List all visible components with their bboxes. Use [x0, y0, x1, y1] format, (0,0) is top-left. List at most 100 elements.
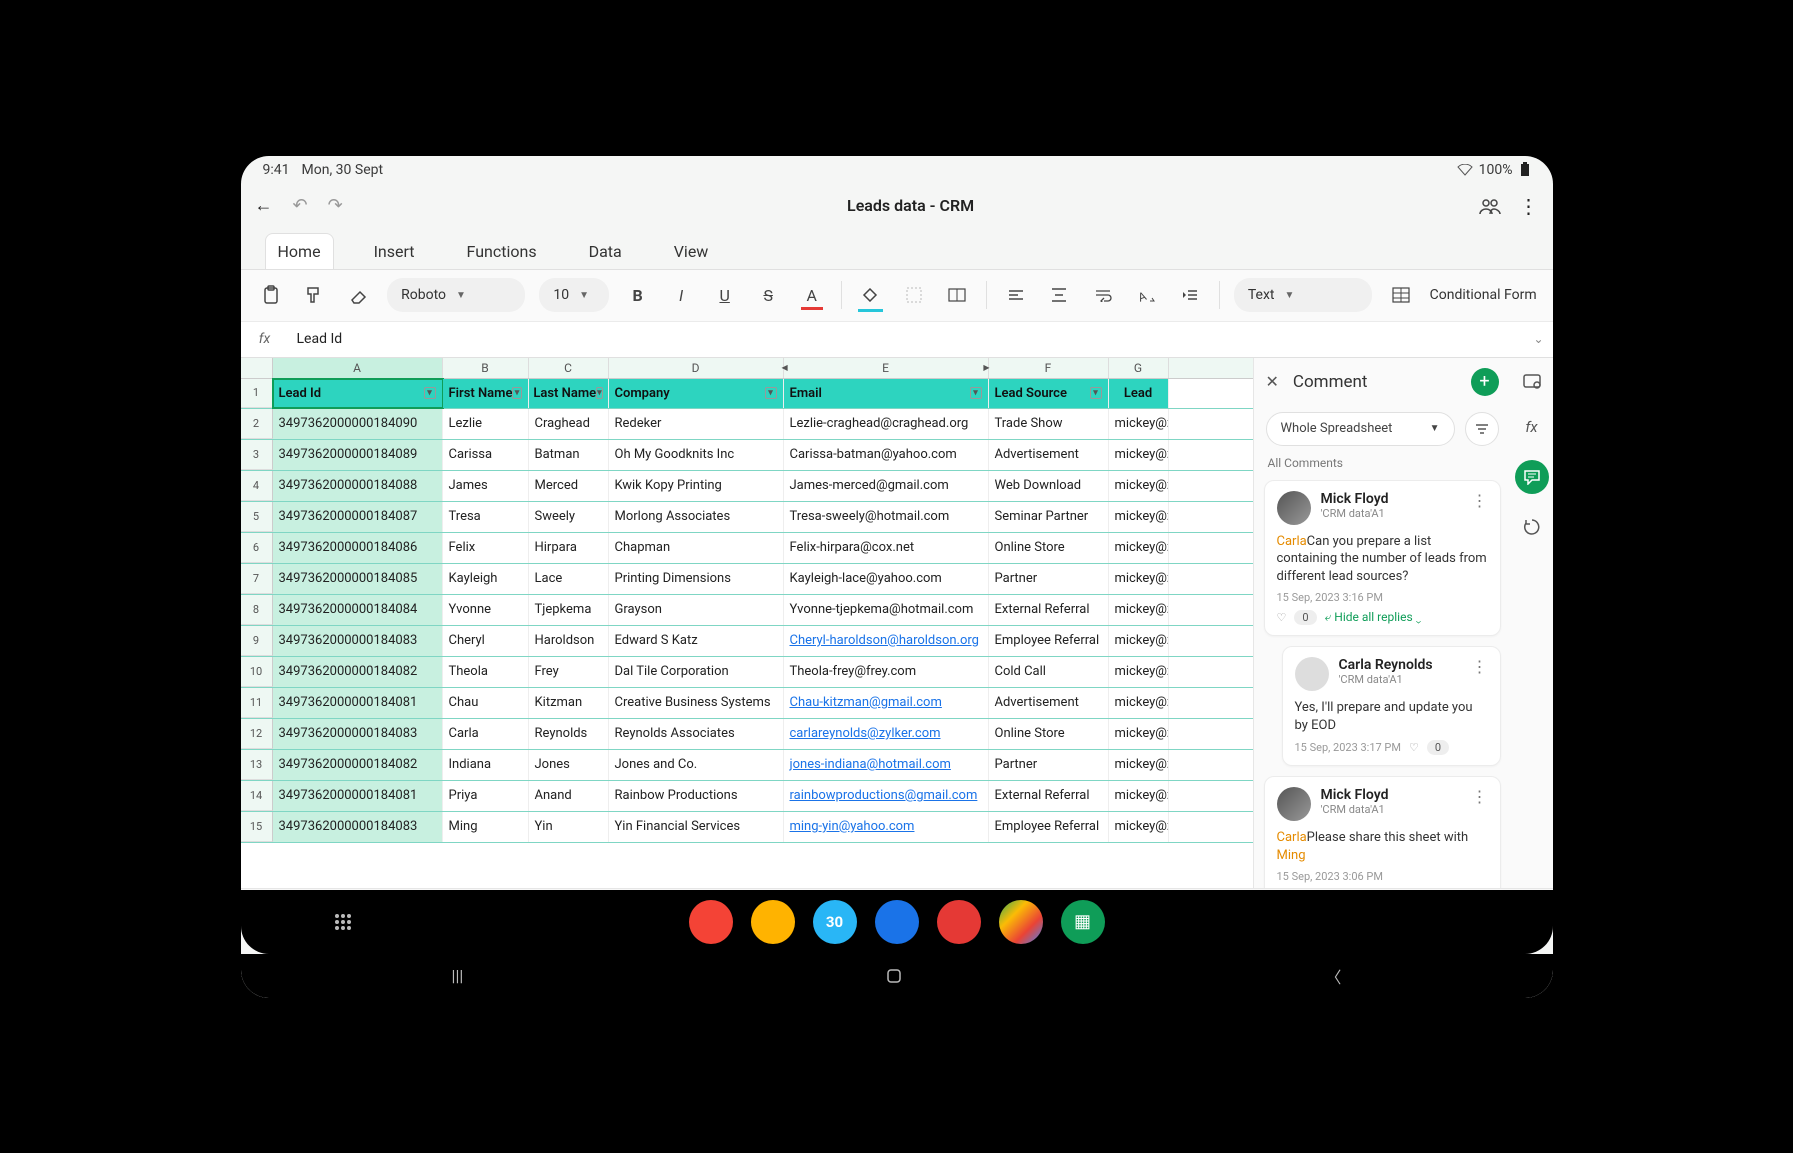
cell-lead-id[interactable]: 3497362000000184082: [273, 657, 443, 687]
tab-home[interactable]: Home: [265, 233, 334, 269]
cell-lead-id[interactable]: 3497362000000184082: [273, 750, 443, 780]
more-menu-icon[interactable]: ⋮: [1519, 194, 1539, 218]
cell-lead-owner[interactable]: mickey@z: [1109, 750, 1169, 780]
header-cell-first-name[interactable]: First Name▾: [443, 379, 529, 408]
comment-menu-icon[interactable]: ⋮: [1472, 787, 1488, 806]
recents-button[interactable]: |||: [452, 966, 464, 985]
dock-app-calendar[interactable]: [813, 900, 857, 944]
comment-menu-icon[interactable]: ⋮: [1472, 657, 1488, 676]
cell-company[interactable]: Creative Business Systems: [609, 688, 784, 718]
col-header-g[interactable]: G: [1109, 358, 1169, 378]
row-header[interactable]: 13: [241, 750, 273, 780]
font-size-dropdown[interactable]: 10▼: [539, 278, 608, 312]
col-header-c[interactable]: C: [529, 358, 609, 378]
cell-company[interactable]: Yin Financial Services: [609, 812, 784, 842]
back-button[interactable]: 〈: [1325, 964, 1341, 988]
cell-email[interactable]: Tresa-sweely@hotmail.com: [784, 502, 989, 532]
row-header[interactable]: 7: [241, 564, 273, 594]
cell-lead-owner[interactable]: mickey@z: [1109, 409, 1169, 439]
cell-email[interactable]: Yvonne-tjepkema@hotmail.com: [784, 595, 989, 625]
col-header-d[interactable]: D: [609, 358, 784, 378]
cell-lead-source[interactable]: Advertisement: [989, 688, 1109, 718]
cell-first-name[interactable]: Felix: [443, 533, 529, 563]
cell-last-name[interactable]: Anand: [529, 781, 609, 811]
cell-last-name[interactable]: Reynolds: [529, 719, 609, 749]
formula-input[interactable]: Lead Id: [289, 331, 1525, 347]
close-icon[interactable]: ✕: [1266, 372, 1279, 391]
cell-company[interactable]: Chapman: [609, 533, 784, 563]
strikethrough-button[interactable]: S: [753, 280, 783, 310]
cell-first-name[interactable]: Carla: [443, 719, 529, 749]
row-header[interactable]: 2: [241, 409, 273, 439]
number-format-dropdown[interactable]: Text▼: [1234, 278, 1372, 312]
cell-lead-id[interactable]: 3497362000000184084: [273, 595, 443, 625]
col-header-f[interactable]: F: [989, 358, 1109, 378]
table-row[interactable]: 123497362000000184083CarlaReynoldsReynol…: [241, 719, 1253, 750]
align-vertical-button[interactable]: [1045, 280, 1075, 310]
app-drawer-icon[interactable]: [321, 900, 365, 944]
filter-icon[interactable]: ▾: [970, 387, 982, 399]
header-cell-company[interactable]: Company▾: [609, 379, 784, 408]
cell-first-name[interactable]: Theola: [443, 657, 529, 687]
cell-email[interactable]: Felix-hirpara@cox.net: [784, 533, 989, 563]
tab-view[interactable]: View: [662, 234, 721, 269]
dock-app-record[interactable]: [937, 900, 981, 944]
cell-company[interactable]: Oh My Goodknits Inc: [609, 440, 784, 470]
function-icon[interactable]: fx: [1519, 414, 1545, 440]
cell-email[interactable]: Cheryl-haroldson@haroldson.org: [784, 626, 989, 656]
undo-icon[interactable]: ↶: [293, 195, 308, 216]
cell-first-name[interactable]: Tresa: [443, 502, 529, 532]
table-row[interactable]: 113497362000000184081ChauKitzmanCreative…: [241, 688, 1253, 719]
cell-lead-source[interactable]: Partner: [989, 564, 1109, 594]
comment-card[interactable]: Carla Reynolds'CRM data'A1⋮Yes, I'll pre…: [1282, 646, 1501, 766]
text-color-button[interactable]: A: [797, 280, 827, 310]
header-cell-last-name[interactable]: Last Name▾: [529, 379, 609, 408]
col-header-a[interactable]: A: [273, 358, 443, 378]
table-row[interactable]: 53497362000000184087TresaSweelyMorlong A…: [241, 502, 1253, 533]
cell-first-name[interactable]: Ming: [443, 812, 529, 842]
cell-lead-source[interactable]: Seminar Partner: [989, 502, 1109, 532]
filter-icon[interactable]: ▾: [1090, 387, 1102, 399]
cell-lead-source[interactable]: Online Store: [989, 533, 1109, 563]
cell-email[interactable]: ming-yin@yahoo.com: [784, 812, 989, 842]
cell-lead-source[interactable]: Cold Call: [989, 657, 1109, 687]
cell-lead-owner[interactable]: mickey@z: [1109, 533, 1169, 563]
bold-button[interactable]: B: [623, 280, 653, 310]
cell-lead-owner[interactable]: mickey@z: [1109, 502, 1169, 532]
select-all-corner[interactable]: [241, 358, 273, 378]
row-header[interactable]: 9: [241, 626, 273, 656]
cell-company[interactable]: Dal Tile Corporation: [609, 657, 784, 687]
cell-lead-owner[interactable]: mickey@z: [1109, 626, 1169, 656]
filter-icon[interactable]: ▾: [424, 387, 436, 399]
row-header[interactable]: 11: [241, 688, 273, 718]
cell-lead-owner[interactable]: mickey@z: [1109, 595, 1169, 625]
cell-email[interactable]: James-merced@gmail.com: [784, 471, 989, 501]
align-horizontal-button[interactable]: [1001, 280, 1031, 310]
row-header[interactable]: 4: [241, 471, 273, 501]
redo-icon[interactable]: ↷: [328, 195, 343, 216]
merge-cells-button[interactable]: [943, 280, 973, 310]
row-header[interactable]: 1: [241, 379, 273, 408]
cell-email[interactable]: Carissa-batman@yahoo.com: [784, 440, 989, 470]
add-comment-button[interactable]: +: [1471, 368, 1499, 396]
cell-lead-owner[interactable]: mickey@z: [1109, 688, 1169, 718]
dock-app-files[interactable]: [751, 900, 795, 944]
table-row[interactable]: 83497362000000184084YvonneTjepkemaGrayso…: [241, 595, 1253, 626]
table-row[interactable]: 153497362000000184083MingYinYin Financia…: [241, 812, 1253, 843]
sort-comments-button[interactable]: [1465, 412, 1499, 446]
row-header[interactable]: 12: [241, 719, 273, 749]
cell-first-name[interactable]: Cheryl: [443, 626, 529, 656]
eraser-icon[interactable]: [344, 280, 374, 310]
cell-first-name[interactable]: Chau: [443, 688, 529, 718]
cell-lead-id[interactable]: 3497362000000184081: [273, 688, 443, 718]
cell-lead-source[interactable]: External Referral: [989, 595, 1109, 625]
row-header[interactable]: 3: [241, 440, 273, 470]
cell-last-name[interactable]: Hirpara: [529, 533, 609, 563]
cell-lead-owner[interactable]: mickey@z: [1109, 719, 1169, 749]
font-dropdown[interactable]: Roboto▼: [387, 278, 525, 312]
cell-lead-source[interactable]: External Referral: [989, 781, 1109, 811]
cell-first-name[interactable]: James: [443, 471, 529, 501]
table-row[interactable]: 103497362000000184082TheolaFreyDal Tile …: [241, 657, 1253, 688]
cell-last-name[interactable]: Batman: [529, 440, 609, 470]
explore-icon[interactable]: [1519, 368, 1545, 394]
